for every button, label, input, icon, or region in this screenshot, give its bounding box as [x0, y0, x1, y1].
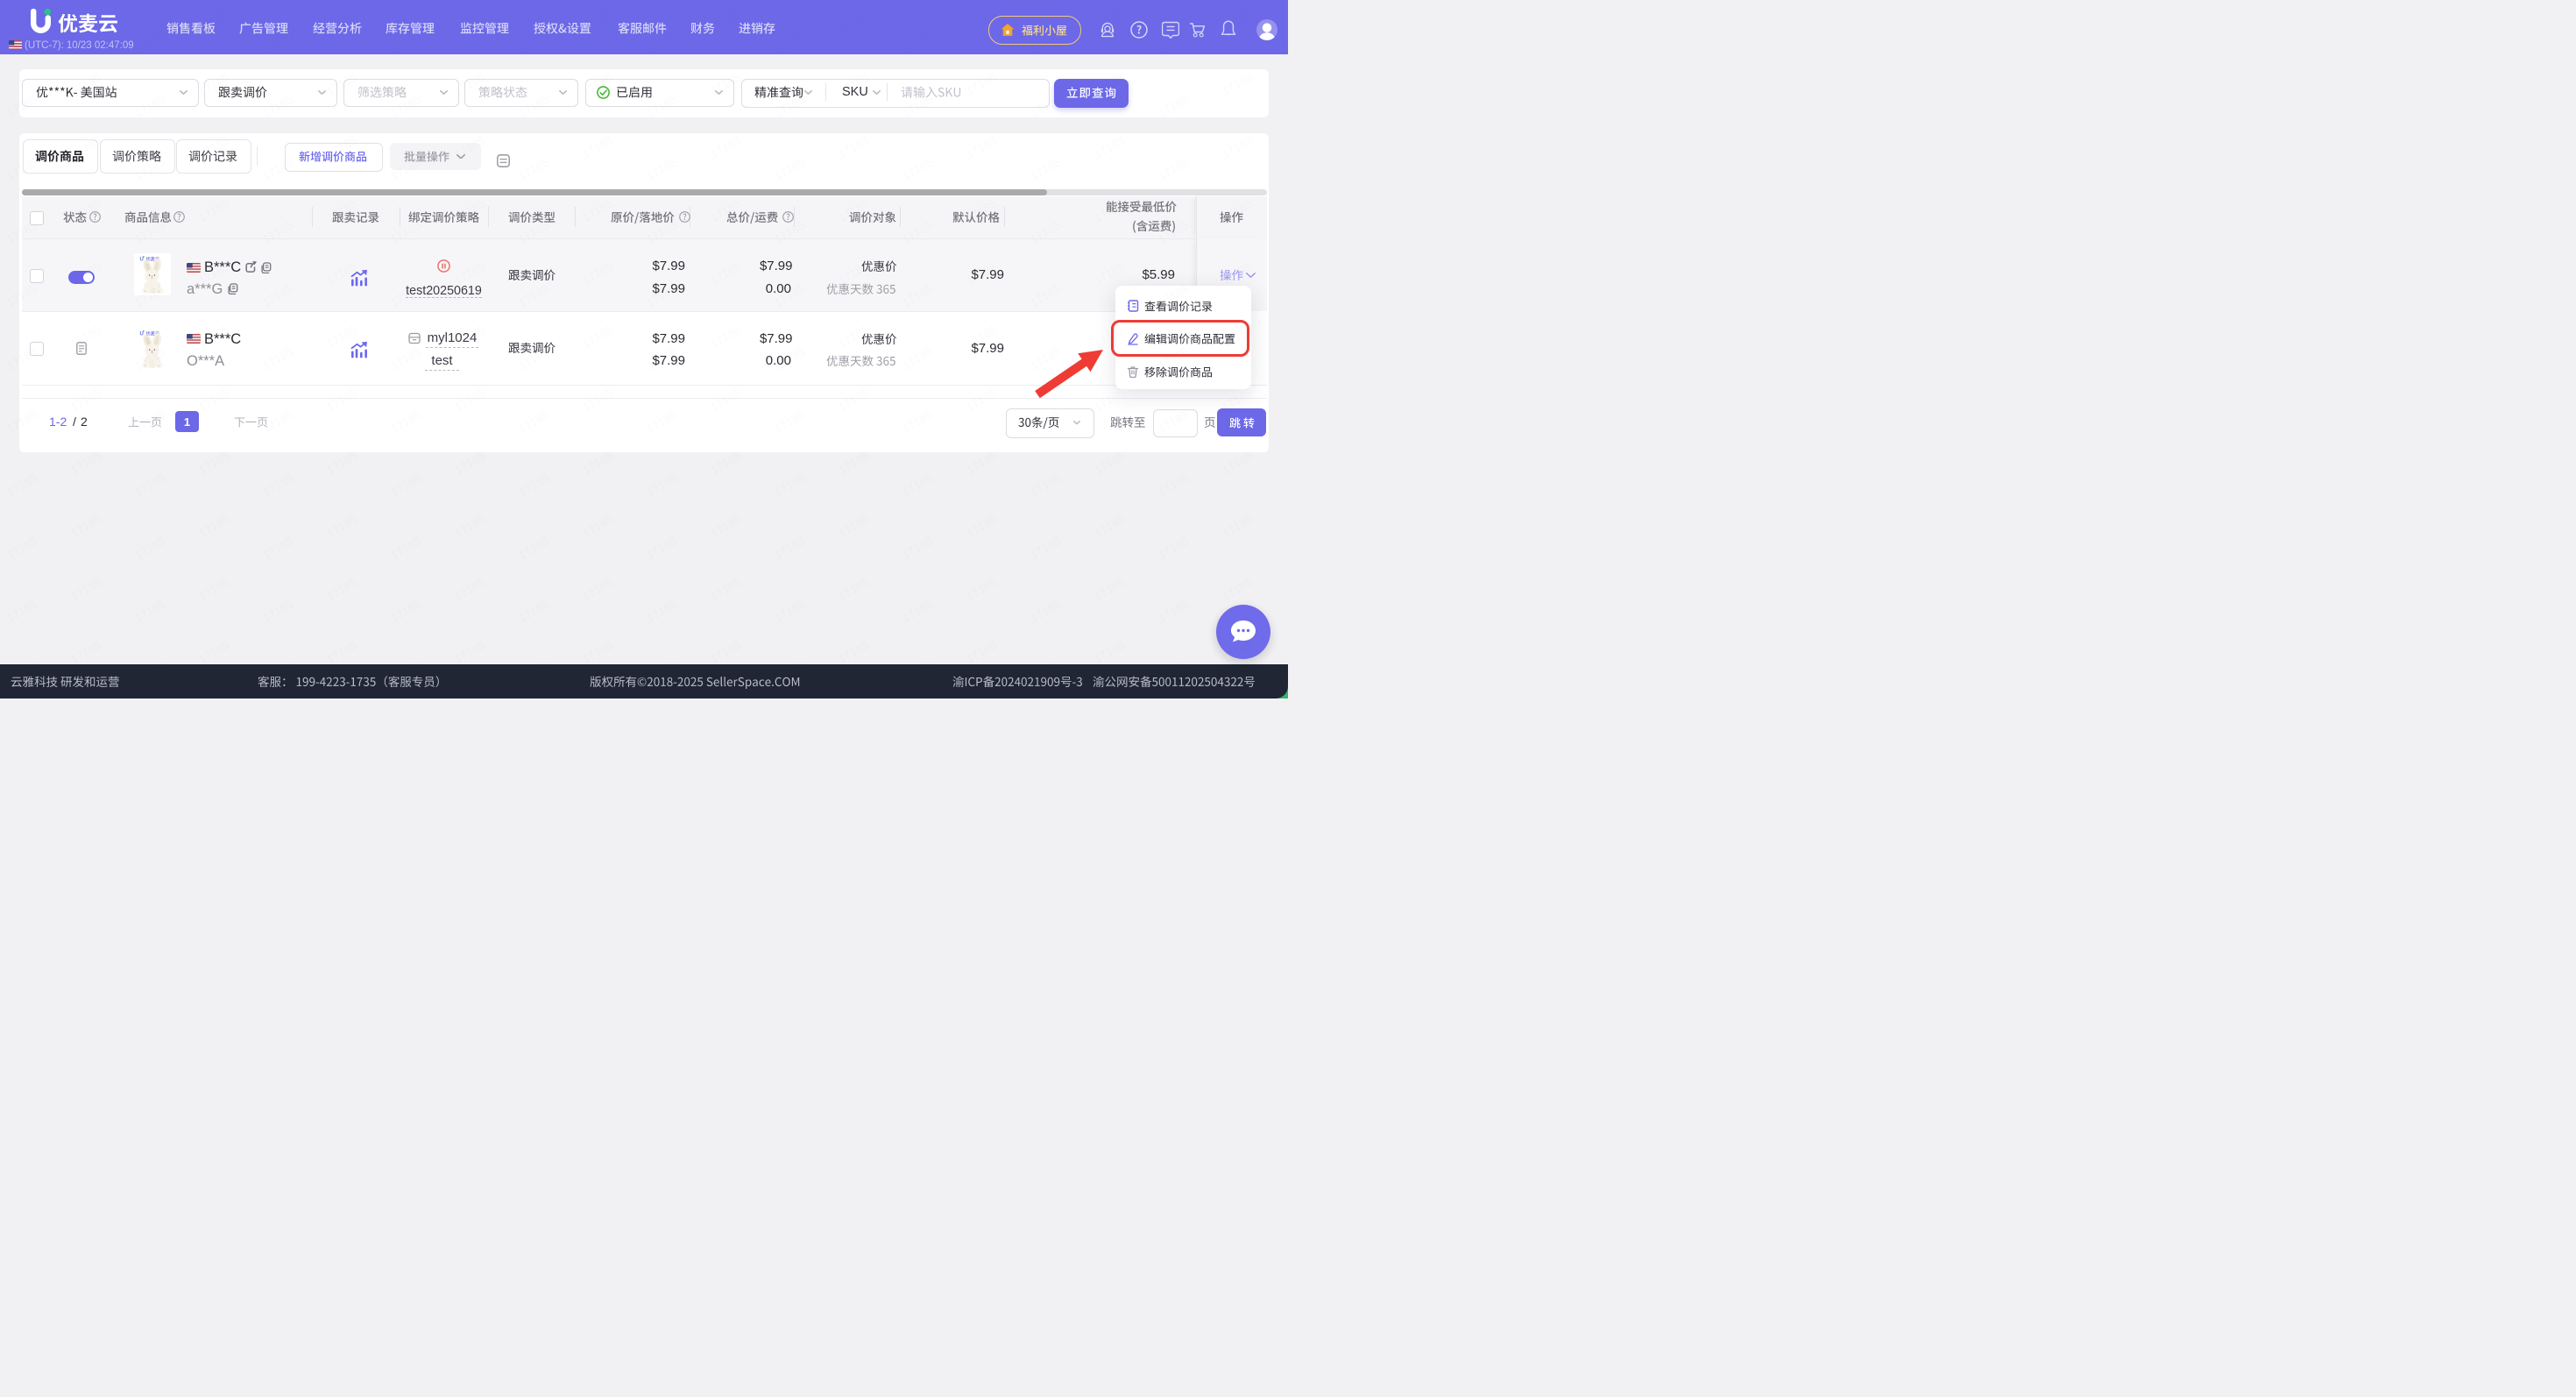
svg-text:17185: 17185 [4, 534, 39, 562]
svg-text:17185: 17185 [260, 534, 295, 562]
svg-text:17185: 17185 [836, 575, 871, 603]
svg-text:17185: 17185 [964, 512, 999, 540]
svg-text:17185: 17185 [452, 575, 487, 603]
svg-text:17185: 17185 [452, 512, 487, 540]
svg-text:17185: 17185 [1284, 534, 1288, 562]
svg-text:17185: 17185 [388, 471, 423, 499]
svg-text:17185: 17185 [196, 449, 231, 477]
svg-text:17185: 17185 [132, 534, 167, 562]
svg-text:17185: 17185 [580, 575, 615, 603]
svg-text:17185: 17185 [388, 597, 423, 625]
svg-text:17185: 17185 [836, 638, 871, 666]
svg-text:17185: 17185 [1028, 534, 1063, 562]
svg-text:17185: 17185 [1284, 92, 1288, 120]
svg-text:17185: 17185 [196, 638, 231, 666]
svg-text:17185: 17185 [1092, 449, 1127, 477]
svg-text:17185: 17185 [196, 512, 231, 540]
svg-text:17185: 17185 [836, 512, 871, 540]
svg-text:17185: 17185 [772, 471, 807, 499]
svg-text:17185: 17185 [1092, 575, 1127, 603]
svg-text:17185: 17185 [68, 449, 103, 477]
svg-text:17185: 17185 [68, 638, 103, 666]
svg-text:17185: 17185 [132, 471, 167, 499]
svg-text:17185: 17185 [1028, 597, 1063, 625]
svg-text:17185: 17185 [4, 597, 39, 625]
svg-text:17185: 17185 [900, 471, 935, 499]
svg-text:17185: 17185 [964, 449, 999, 477]
svg-text:17185: 17185 [836, 449, 871, 477]
svg-text:17185: 17185 [452, 638, 487, 666]
svg-text:17185: 17185 [516, 597, 551, 625]
svg-text:17185: 17185 [1284, 218, 1288, 246]
svg-text:17185: 17185 [1156, 597, 1191, 625]
svg-text:17185: 17185 [260, 471, 295, 499]
svg-text:17185: 17185 [1284, 155, 1288, 183]
svg-text:17185: 17185 [516, 471, 551, 499]
svg-text:17185: 17185 [1284, 344, 1288, 372]
svg-text:17185: 17185 [68, 575, 103, 603]
svg-text:17185: 17185 [1092, 512, 1127, 540]
svg-text:17185: 17185 [1284, 281, 1288, 309]
svg-text:17185: 17185 [388, 534, 423, 562]
svg-text:17185: 17185 [644, 534, 679, 562]
svg-text:17185: 17185 [68, 512, 103, 540]
svg-text:17185: 17185 [1156, 534, 1191, 562]
svg-text:17185: 17185 [708, 638, 743, 666]
svg-text:17185: 17185 [1220, 512, 1255, 540]
svg-text:17185: 17185 [1284, 471, 1288, 499]
svg-text:17185: 17185 [324, 449, 359, 477]
svg-text:17185: 17185 [132, 597, 167, 625]
svg-text:17185: 17185 [1220, 449, 1255, 477]
svg-text:17185: 17185 [964, 575, 999, 603]
svg-text:17185: 17185 [580, 512, 615, 540]
svg-text:17185: 17185 [708, 449, 743, 477]
svg-text:17185: 17185 [324, 575, 359, 603]
svg-text:17185: 17185 [452, 449, 487, 477]
svg-text:17185: 17185 [1284, 408, 1288, 436]
svg-text:17185: 17185 [900, 534, 935, 562]
svg-text:17185: 17185 [260, 597, 295, 625]
svg-text:U: U [140, 258, 144, 263]
svg-text:17185: 17185 [772, 597, 807, 625]
svg-text:17185: 17185 [1220, 575, 1255, 603]
svg-text:17185: 17185 [4, 471, 39, 499]
svg-text:17185: 17185 [644, 471, 679, 499]
svg-text:17185: 17185 [1028, 471, 1063, 499]
svg-text:17185: 17185 [1156, 471, 1191, 499]
svg-text:17185: 17185 [580, 638, 615, 666]
svg-text:17185: 17185 [324, 512, 359, 540]
svg-text:17185: 17185 [1284, 597, 1288, 625]
svg-text:17185: 17185 [772, 534, 807, 562]
svg-text:17185: 17185 [1092, 638, 1127, 666]
svg-text:17185: 17185 [900, 597, 935, 625]
svg-text:17185: 17185 [196, 575, 231, 603]
svg-text:17185: 17185 [324, 638, 359, 666]
svg-text:17185: 17185 [516, 534, 551, 562]
svg-text:17185: 17185 [580, 449, 615, 477]
svg-text:17185: 17185 [644, 597, 679, 625]
svg-text:17185: 17185 [964, 638, 999, 666]
svg-text:17185: 17185 [708, 575, 743, 603]
svg-text:U: U [140, 332, 144, 337]
svg-text:17185: 17185 [708, 512, 743, 540]
